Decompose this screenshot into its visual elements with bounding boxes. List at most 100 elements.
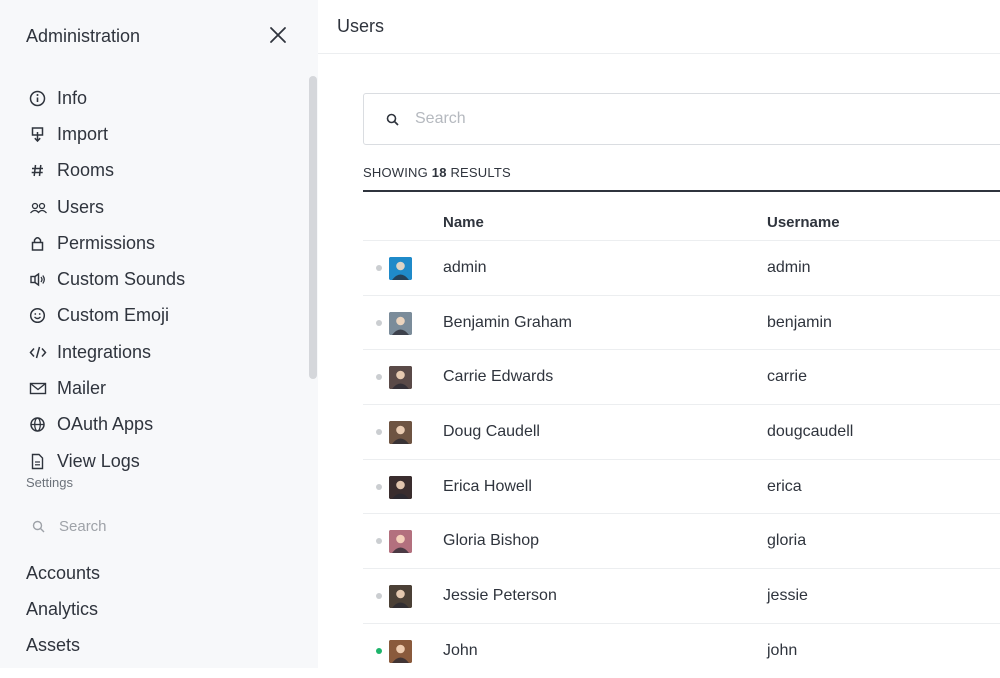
search-icon — [32, 520, 45, 533]
table-row[interactable]: John john — [363, 622, 1000, 678]
user-username: erica — [767, 477, 802, 495]
sidebar-item-label: Import — [57, 123, 109, 144]
user-username: jessie — [767, 587, 808, 605]
sidebar-title: Administration — [26, 26, 141, 46]
sidebar-item-users[interactable]: Users — [26, 189, 296, 225]
users-search — [363, 93, 1000, 145]
sidebar-item-info[interactable]: Info — [26, 80, 296, 116]
sidebar-item-mailer[interactable]: Mailer — [26, 370, 296, 406]
settings-heading: Settings — [26, 475, 73, 490]
table-body: admin admin Benjamin Graham benjamin Carrie … — [363, 240, 1000, 678]
sidebar-item-label: Mailer — [57, 378, 107, 399]
results-count: SHOWING 18 RESULTS — [363, 165, 511, 180]
results-number: 18 — [431, 165, 447, 180]
table-row[interactable]: Erica Howell erica — [363, 458, 1000, 514]
table-row[interactable]: Doug Caudell dougcaudell — [363, 404, 1000, 459]
sidebar-item-view-logs[interactable]: View Logs — [26, 443, 296, 479]
table-row[interactable]: Jessie Peterson jessie — [363, 568, 1000, 623]
sidebar-item-label: Custom Sounds — [57, 269, 186, 290]
sidebar-item-label: Permissions — [57, 232, 156, 253]
results-prefix: SHOWING — [363, 165, 432, 180]
globe-icon — [29, 415, 51, 435]
users-panel: Users SHOWING 18 RESULTS Name Username a… — [318, 0, 1000, 668]
user-username: dougcaudell — [767, 423, 854, 441]
emoji-icon — [29, 306, 51, 326]
users-search-input[interactable] — [413, 109, 973, 129]
user-name: Doug Caudell — [443, 423, 540, 441]
status-indicator — [376, 483, 382, 490]
user-name: Erica Howell — [443, 477, 532, 495]
sidebar-item-label: Info — [57, 87, 88, 108]
file-icon — [29, 451, 51, 471]
sidebar-item-label: Users — [57, 196, 105, 217]
sidebar-item-integrations[interactable]: Integrations — [26, 334, 296, 370]
table-row[interactable]: Benjamin Graham benjamin — [363, 294, 1000, 350]
close-icon[interactable] — [268, 25, 290, 47]
admin-sidebar: Administration Info Import Rooms Users P… — [0, 0, 318, 668]
status-indicator — [376, 593, 382, 600]
settings-item-analytics[interactable]: Analytics — [26, 591, 100, 627]
hashtag-icon — [29, 161, 51, 181]
user-username: gloria — [767, 532, 807, 550]
avatar — [389, 639, 412, 663]
sidebar-item-custom-sounds[interactable]: Custom Sounds — [26, 261, 296, 297]
status-indicator — [376, 429, 382, 436]
avatar — [389, 475, 412, 499]
sidebar-item-import[interactable]: Import — [26, 116, 296, 152]
avatar — [389, 366, 412, 390]
sidebar-item-oauth-apps[interactable]: OAuth Apps — [26, 407, 296, 443]
user-name: Carrie Edwards — [443, 368, 554, 386]
avatar — [389, 585, 412, 609]
sidebar-item-label: OAuth Apps — [57, 414, 154, 435]
table-row[interactable]: admin admin — [363, 240, 1000, 295]
table-row[interactable]: Gloria Bishop gloria — [363, 513, 1000, 568]
sidebar-item-label: Rooms — [57, 160, 115, 181]
settings-list: Accounts Analytics Assets — [26, 555, 100, 664]
user-name: admin — [443, 259, 487, 276]
user-username: benjamin — [767, 313, 832, 331]
sidebar-item-label: View Logs — [57, 450, 140, 471]
results-suffix: RESULTS — [446, 165, 511, 180]
user-username: john — [767, 641, 798, 659]
mail-icon — [29, 379, 51, 399]
status-indicator — [376, 374, 382, 381]
sidebar-item-custom-emoji[interactable]: Custom Emoji — [26, 298, 296, 334]
main-header: Users — [318, 0, 1000, 54]
users-icon — [29, 197, 51, 217]
lock-icon — [29, 233, 51, 253]
avatar — [389, 311, 412, 335]
table-row[interactable]: Carrie Edwards carrie — [363, 349, 1000, 404]
user-name: Benjamin Graham — [443, 313, 572, 331]
admin-nav: Info Import Rooms Users Permissions Cust… — [26, 80, 296, 479]
code-icon — [29, 342, 51, 362]
user-name: Gloria Bishop — [443, 532, 540, 550]
page-title: Users — [337, 16, 385, 36]
sidebar-item-permissions[interactable]: Permissions — [26, 225, 296, 261]
settings-search — [26, 510, 276, 542]
avatar — [389, 530, 412, 554]
sidebar-item-rooms[interactable]: Rooms — [26, 153, 296, 189]
sound-icon — [29, 270, 51, 290]
column-header-name[interactable]: Name — [443, 214, 484, 231]
sidebar-item-label: Custom Emoji — [57, 305, 170, 326]
user-username: admin — [767, 259, 811, 276]
avatar — [389, 421, 412, 445]
user-name: John — [443, 641, 478, 659]
status-indicator — [376, 319, 382, 326]
avatar — [389, 257, 412, 280]
info-icon — [29, 88, 51, 108]
sidebar-item-label: Integrations — [57, 341, 152, 362]
users-table: Name Username admin admin Benjamin Graham b… — [363, 190, 1000, 678]
settings-item-accounts[interactable]: Accounts — [26, 555, 100, 591]
import-icon — [29, 124, 51, 144]
status-indicator — [376, 647, 382, 654]
settings-item-assets[interactable]: Assets — [26, 628, 100, 664]
search-icon — [386, 113, 399, 126]
sidebar-scrollbar[interactable] — [309, 76, 317, 379]
sidebar-header: Administration — [26, 25, 296, 49]
column-header-username[interactable]: Username — [767, 214, 840, 231]
settings-search-input[interactable] — [57, 516, 257, 536]
user-name: Jessie Peterson — [443, 587, 557, 605]
status-indicator — [376, 265, 382, 271]
status-indicator — [376, 538, 382, 545]
